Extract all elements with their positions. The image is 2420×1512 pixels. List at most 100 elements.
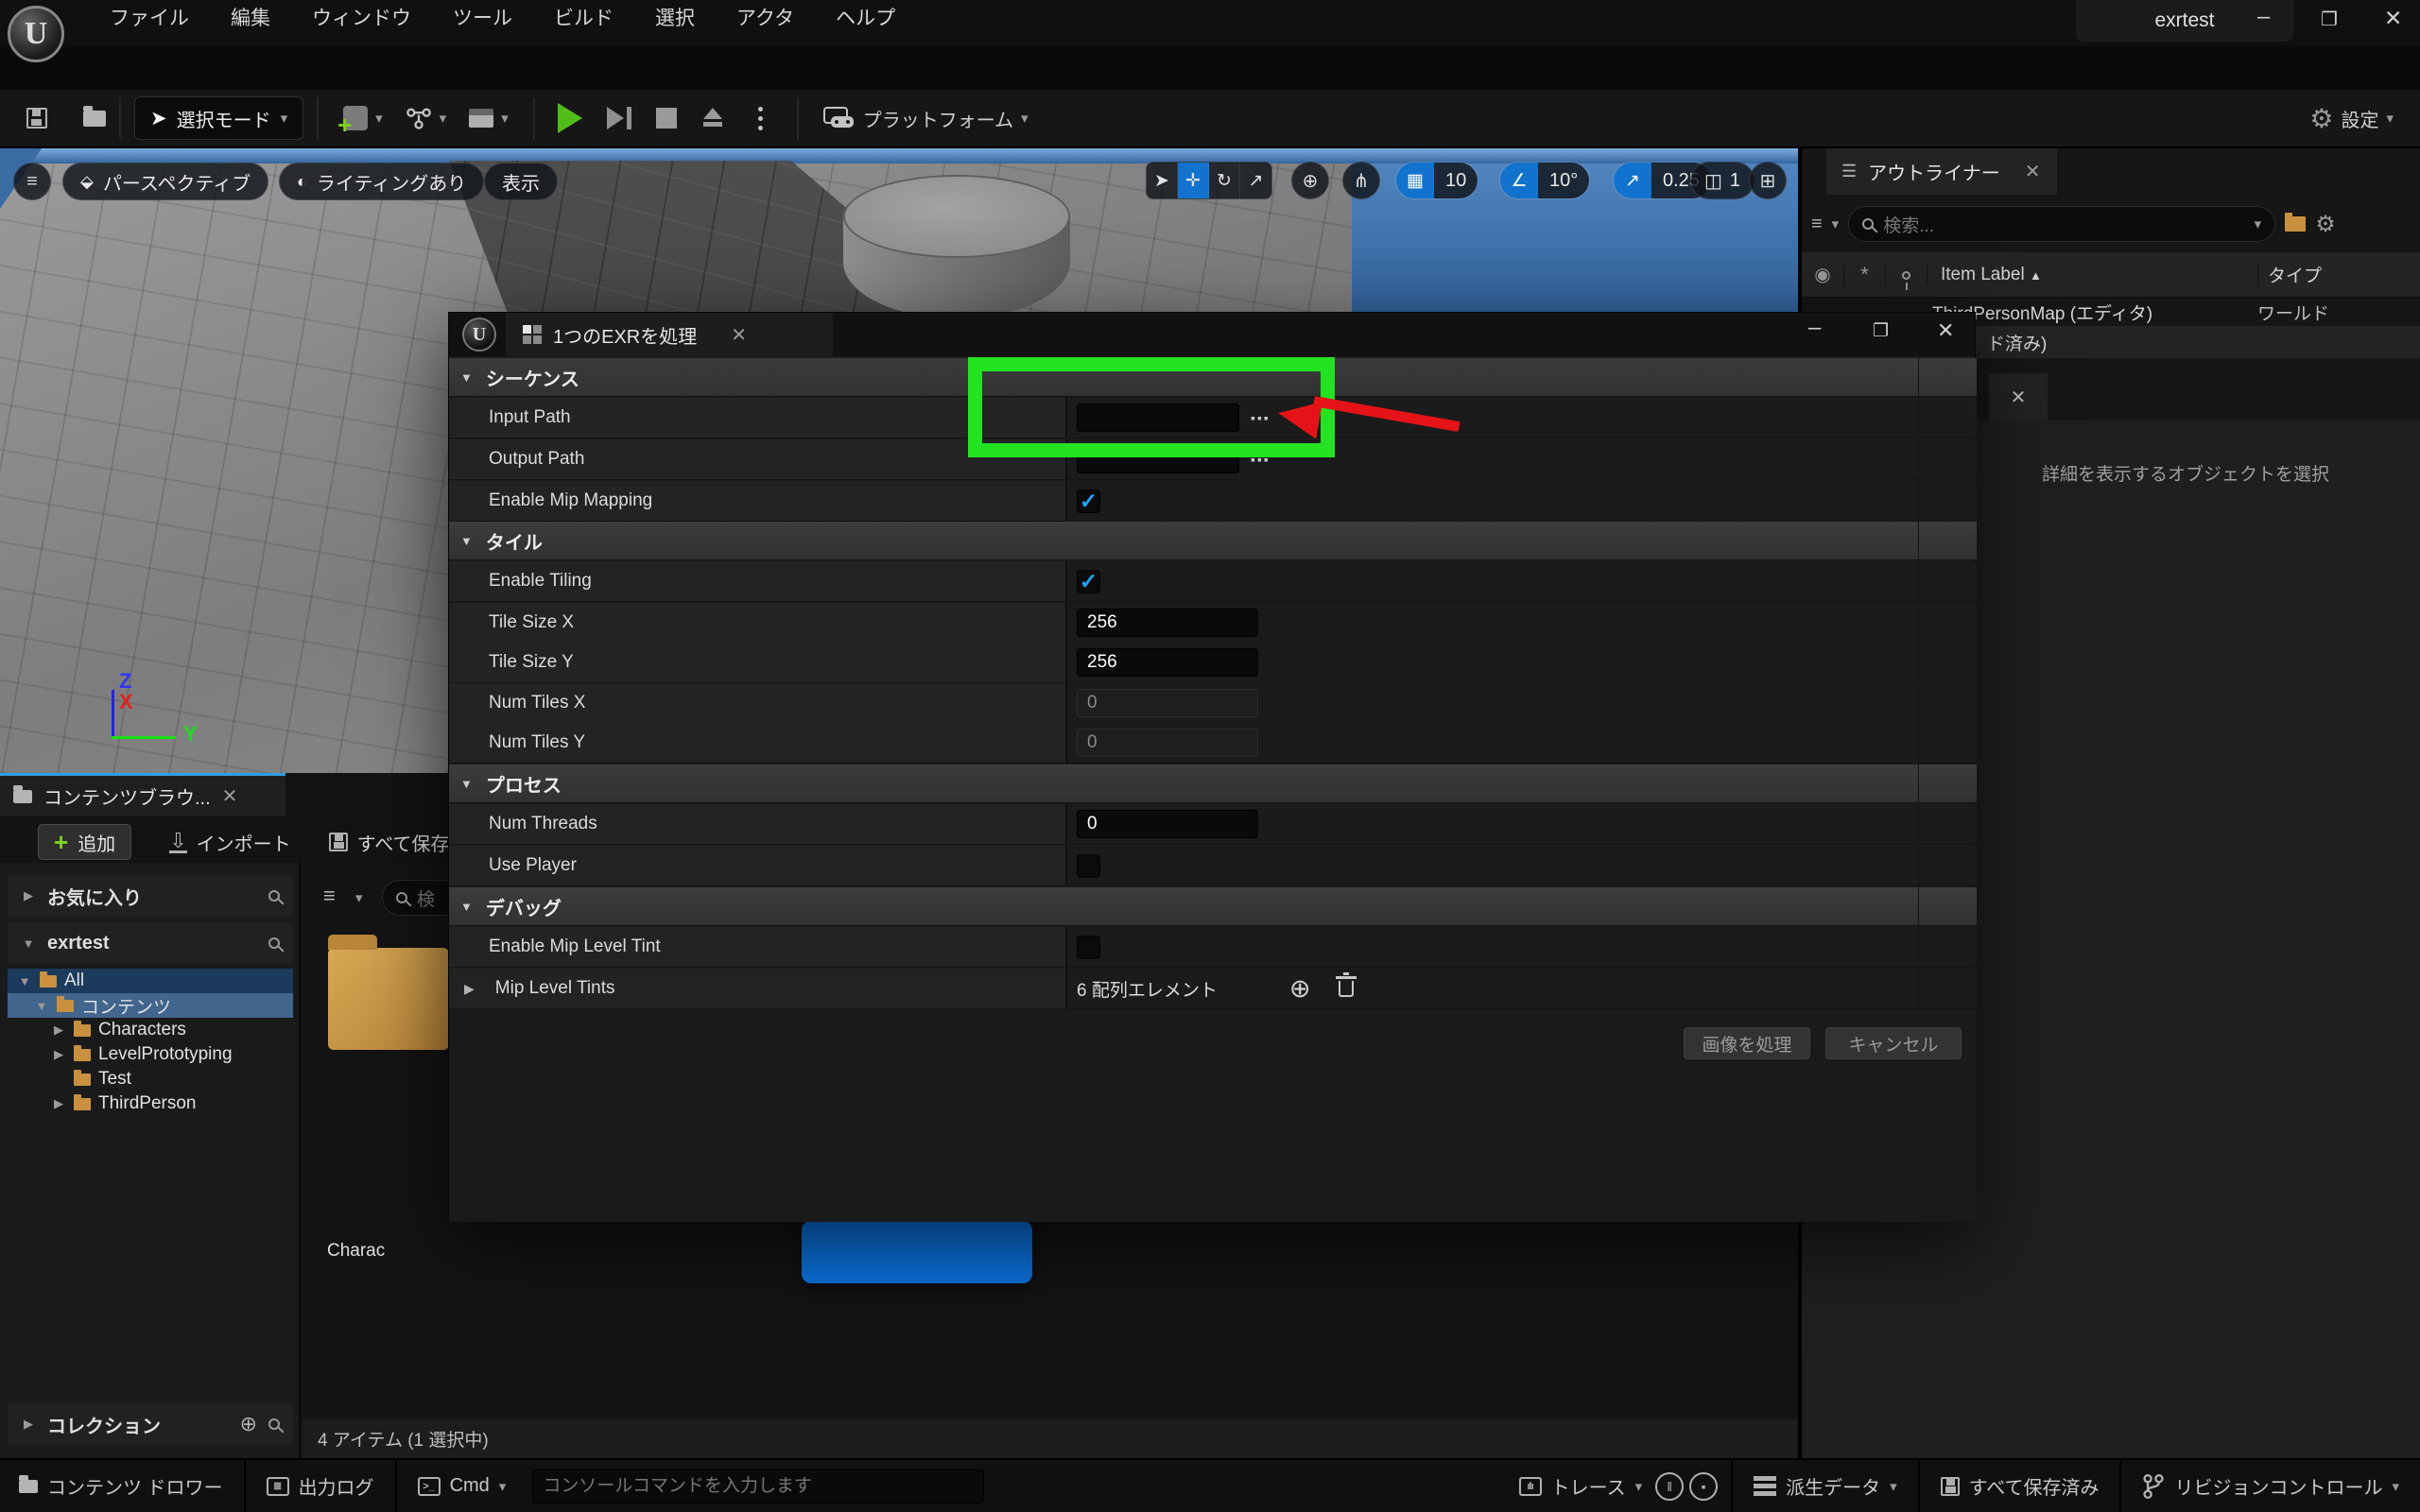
dialog-tab[interactable]: 1つのEXRを処理 ✕: [506, 313, 833, 356]
menu-file[interactable]: ファイル: [108, 3, 191, 31]
menu-actor[interactable]: アクタ: [735, 3, 796, 31]
tree-item-all[interactable]: ▼ All: [8, 969, 293, 993]
tree-item-levelprototyping[interactable]: ▶ LevelPrototyping: [8, 1042, 293, 1067]
tree-item-characters[interactable]: ▶ Characters: [8, 1018, 293, 1042]
derived-data-dropdown[interactable]: 派生データ ▾: [1746, 1472, 1905, 1500]
eject-button[interactable]: [701, 107, 724, 129]
menu-window[interactable]: ウィンドウ: [310, 3, 413, 31]
search-icon[interactable]: [268, 937, 280, 949]
filter-icon[interactable]: ≡: [1811, 214, 1823, 235]
maximize-viewport-toggle[interactable]: ⊞: [1749, 162, 1787, 199]
column-type[interactable]: タイプ: [2257, 262, 2420, 287]
tree-item-test[interactable]: Test: [8, 1067, 293, 1091]
enable-mip-level-tint-checkbox[interactable]: [1077, 936, 1100, 959]
unreal-logo-icon[interactable]: U: [8, 6, 64, 62]
expand-arrow-icon[interactable]: ▶: [464, 981, 475, 997]
menu-select[interactable]: 選択: [653, 3, 697, 31]
insights-icon[interactable]: ‖: [1655, 1472, 1684, 1501]
close-button[interactable]: ✕: [1937, 318, 1954, 343]
tab-details[interactable]: ✕: [1989, 373, 2048, 421]
output-log-button[interactable]: ≣ 出力ログ: [259, 1472, 382, 1500]
blueprints-dropdown[interactable]: ▾: [394, 96, 458, 140]
outliner-settings-gear-icon[interactable]: ⚙: [2315, 211, 2336, 238]
search-icon[interactable]: [268, 890, 280, 902]
visibility-eye-icon[interactable]: ◉: [1802, 263, 1843, 286]
save-icon[interactable]: [26, 108, 47, 129]
close-icon[interactable]: ✕: [731, 323, 747, 347]
select-mode-dropdown[interactable]: ➤ 選択モード ▾: [134, 96, 303, 140]
content-drawer-button[interactable]: コンテンツ ドロワー: [11, 1472, 231, 1500]
enable-mip-mapping-checkbox[interactable]: ✓: [1077, 490, 1100, 513]
restore-button[interactable]: ❐: [2321, 8, 2338, 31]
import-button[interactable]: ⇩ インポート: [169, 829, 290, 856]
favorite-star-icon[interactable]: *: [1843, 263, 1885, 287]
cmd-dropdown[interactable]: >_ Cmd ▾: [410, 1475, 514, 1497]
stop-button[interactable]: [656, 108, 677, 129]
save-all-button[interactable]: すべて保存: [329, 829, 450, 856]
outliner-search[interactable]: 検索... ▾: [1848, 206, 2275, 242]
select-tool[interactable]: ➤: [1147, 163, 1178, 198]
save-status-button[interactable]: すべて保存済み: [1933, 1472, 2107, 1500]
filter-icon[interactable]: ≡: [323, 884, 336, 908]
num-threads-field[interactable]: [1077, 810, 1258, 838]
content-browser-icon[interactable]: [83, 111, 106, 127]
play-options-kebab-icon[interactable]: [758, 116, 763, 121]
menu-tools[interactable]: ツール: [451, 3, 514, 31]
search-icon[interactable]: [268, 1418, 280, 1430]
chevron-down-icon[interactable]: ▾: [355, 889, 363, 906]
delete-elements-icon[interactable]: [1339, 981, 1354, 997]
skip-button[interactable]: [607, 107, 631, 129]
play-button[interactable]: [558, 103, 582, 133]
close-button[interactable]: ✕: [2384, 6, 2402, 31]
snapshot-icon[interactable]: ▪: [1689, 1472, 1718, 1501]
new-folder-icon[interactable]: [2285, 216, 2306, 232]
selected-asset-highlight[interactable]: [802, 1221, 1032, 1283]
use-player-checkbox[interactable]: [1077, 854, 1100, 878]
grid-snap-value[interactable]: 10: [1434, 163, 1478, 198]
camera-speed-control[interactable]: ◫ 1: [1690, 162, 1754, 199]
show-dropdown[interactable]: 表示: [484, 163, 558, 200]
section-tile[interactable]: ▼タイル: [449, 522, 1977, 560]
perspective-dropdown[interactable]: ⬙ パースペクティブ: [62, 163, 268, 200]
rotate-tool[interactable]: ↻: [1209, 163, 1240, 198]
menu-build[interactable]: ビルド: [552, 3, 615, 31]
chevron-down-icon[interactable]: ▾: [2255, 215, 2262, 232]
chevron-down-icon[interactable]: ▾: [1832, 215, 1840, 232]
project-header[interactable]: ▼ exrtest: [8, 922, 293, 964]
maximize-button[interactable]: ❐: [1873, 320, 1889, 342]
tree-item-thirdperson[interactable]: ▶ ThirdPerson: [8, 1091, 293, 1116]
enable-tiling-checkbox[interactable]: ✓: [1077, 570, 1100, 593]
close-icon[interactable]: ✕: [2025, 160, 2041, 183]
tile-size-y-field[interactable]: [1077, 648, 1258, 677]
add-actor-dropdown[interactable]: + ▾: [332, 96, 394, 140]
process-image-button[interactable]: 画像を処理: [1684, 1027, 1810, 1059]
world-space-toggle[interactable]: ⊕: [1291, 162, 1329, 199]
close-icon[interactable]: ✕: [2011, 386, 2027, 409]
collections-header[interactable]: ▶ コレクション ⊕: [8, 1403, 293, 1445]
trace-dropdown[interactable]: ılı トレース ▾: [1512, 1472, 1651, 1500]
rotation-snap-value[interactable]: 10°: [1538, 163, 1589, 198]
cinematics-dropdown[interactable]: ▾: [458, 96, 520, 140]
tab-outliner[interactable]: ☰ アウトライナー ✕: [1826, 148, 2057, 195]
asset-tile-characters[interactable]: Charac: [302, 948, 450, 1260]
view-mode-dropdown[interactable]: ◐ ライティングあり: [279, 163, 484, 200]
menu-help[interactable]: ヘルプ: [834, 3, 897, 31]
console-command-input[interactable]: [532, 1469, 984, 1503]
platforms-dropdown[interactable]: プラットフォーム ▾: [812, 96, 1040, 140]
cancel-button[interactable]: キャンセル: [1825, 1027, 1962, 1059]
tile-size-x-field[interactable]: [1077, 609, 1258, 637]
minimize-button[interactable]: –: [1808, 315, 1821, 341]
move-tool[interactable]: ✛: [1178, 163, 1209, 198]
section-process[interactable]: ▼プロセス: [449, 765, 1977, 803]
grid-snap-control[interactable]: ▦ 10: [1395, 162, 1478, 199]
tree-item-content[interactable]: ▼ コンテンツ: [8, 993, 293, 1018]
favorites-header[interactable]: ▶ お気に入り: [8, 875, 293, 917]
section-debug[interactable]: ▼デバッグ: [449, 887, 1977, 926]
revision-control-dropdown[interactable]: リビジョンコントロール ▾: [2135, 1472, 2407, 1500]
dialog-title-bar[interactable]: U 1つのEXRを処理 ✕ – ❐ ✕: [449, 313, 1975, 356]
close-icon[interactable]: ✕: [222, 784, 238, 808]
column-item-label[interactable]: Item Label ▲: [1927, 265, 2257, 285]
scale-tool[interactable]: ↗: [1240, 163, 1271, 198]
minimize-button[interactable]: –: [2257, 4, 2270, 30]
viewport-options-menu[interactable]: ≡: [13, 163, 51, 200]
